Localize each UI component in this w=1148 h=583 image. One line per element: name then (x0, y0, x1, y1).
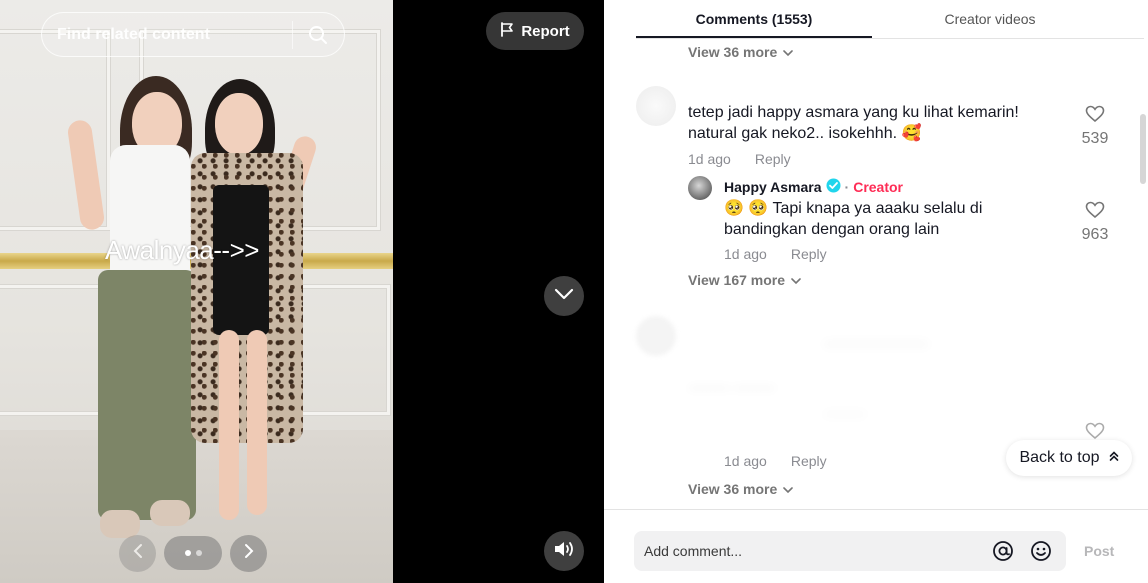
avatar[interactable] (636, 316, 676, 356)
post-button[interactable]: Post (1084, 543, 1114, 559)
video-player[interactable]: Find related content Awalnyaa-->> Report (0, 0, 604, 583)
like-button[interactable]: 963 (1075, 201, 1115, 244)
heart-icon (1085, 105, 1105, 127)
chevron-left-icon (133, 543, 143, 564)
badge-separator: · (844, 179, 850, 195)
like-button[interactable]: 539 (1075, 105, 1115, 148)
comment-input[interactable]: Add comment... (634, 531, 1066, 571)
video-caption-overlay: Awalnyaa-->> (105, 235, 259, 265)
avatar[interactable] (636, 86, 676, 126)
reply-author[interactable]: Happy Asmara · Creator (724, 178, 903, 196)
person-right-figure (185, 75, 335, 575)
reply-meta: 1d ago Reply (724, 246, 827, 262)
volume-icon (553, 540, 575, 563)
app-root: Find related content Awalnyaa-->> Report (0, 0, 1148, 583)
carousel-dot (195, 550, 202, 556)
reply-time: 1d ago (724, 453, 767, 469)
comment-composer: Add comment... Post (604, 509, 1148, 583)
comment-meta: 1d ago Reply (688, 151, 791, 167)
view-more-replies[interactable]: View 36 more (688, 44, 794, 60)
like-count: 963 (1081, 226, 1109, 243)
back-to-top-button[interactable]: Back to top (1006, 440, 1132, 476)
author-name: Happy Asmara (724, 179, 822, 195)
next-image-button[interactable] (230, 535, 267, 572)
report-label: Report (521, 22, 570, 40)
creator-avatar[interactable] (688, 176, 712, 200)
previous-image-button[interactable] (119, 535, 156, 572)
volume-button[interactable] (544, 531, 584, 571)
tab-comments[interactable]: Comments (1553) (636, 0, 872, 38)
chevron-right-icon (244, 543, 254, 564)
blurred-meta: .......... .......... (688, 376, 776, 393)
video-frame (0, 0, 393, 583)
heart-icon (1085, 201, 1105, 223)
like-count: 539 (1081, 130, 1109, 147)
comment-list[interactable]: View 36 more tetep jadi happy asmara yan… (604, 40, 1148, 508)
reply-button[interactable]: Reply (755, 151, 791, 167)
comment-text: tetep jadi happy asmara yang ku lihat ke… (688, 104, 1019, 142)
chevron-down-icon (554, 287, 574, 305)
panel-tabs: Comments (1553) Creator videos (636, 0, 1144, 39)
creator-badge: Creator (853, 179, 903, 195)
chevron-down-icon (783, 481, 794, 497)
verified-badge-icon (826, 178, 841, 196)
scrollbar[interactable] (1140, 114, 1146, 184)
view-more-label: View 167 more (688, 272, 786, 288)
back-to-top-label: Back to top (1019, 449, 1100, 466)
emoji-icon[interactable] (1022, 540, 1060, 562)
comments-panel: Comments (1553) Creator videos View 36 m… (604, 0, 1148, 583)
at-icon[interactable] (984, 540, 1022, 562)
double-chevron-up-icon (1109, 449, 1119, 467)
next-video-button[interactable] (544, 276, 584, 316)
chevron-down-icon (791, 272, 801, 288)
chevron-down-icon (783, 44, 794, 60)
view-more-replies[interactable]: View 36 more (688, 481, 794, 497)
search-placeholder: Find related content (57, 25, 210, 43)
reply-time: 1d ago (724, 246, 767, 262)
comment-time: 1d ago (688, 151, 731, 167)
view-more-replies[interactable]: View 167 more (688, 272, 801, 288)
reply-meta: 1d ago Reply (724, 453, 827, 469)
reply-button[interactable]: Reply (791, 453, 827, 469)
reply-button[interactable]: Reply (791, 246, 827, 262)
find-related-search[interactable]: Find related content (41, 12, 345, 57)
comment-placeholder: Add comment... (644, 543, 743, 559)
view-more-label: View 36 more (688, 481, 778, 497)
carousel-indicator (164, 536, 222, 570)
view-more-label: View 36 more (688, 44, 778, 60)
search-icon[interactable] (293, 12, 343, 57)
blurred-comment: ......................... (824, 332, 929, 349)
blurred-reply: .......... (824, 402, 866, 419)
tab-creator-videos[interactable]: Creator videos (872, 0, 1108, 38)
carousel-dot-active (184, 550, 191, 556)
reply-text: 🥺 🥺 Tapi knapa ya aaaku selalu di bandin… (724, 200, 983, 238)
report-button[interactable]: Report (486, 12, 584, 50)
flag-icon (500, 21, 514, 41)
